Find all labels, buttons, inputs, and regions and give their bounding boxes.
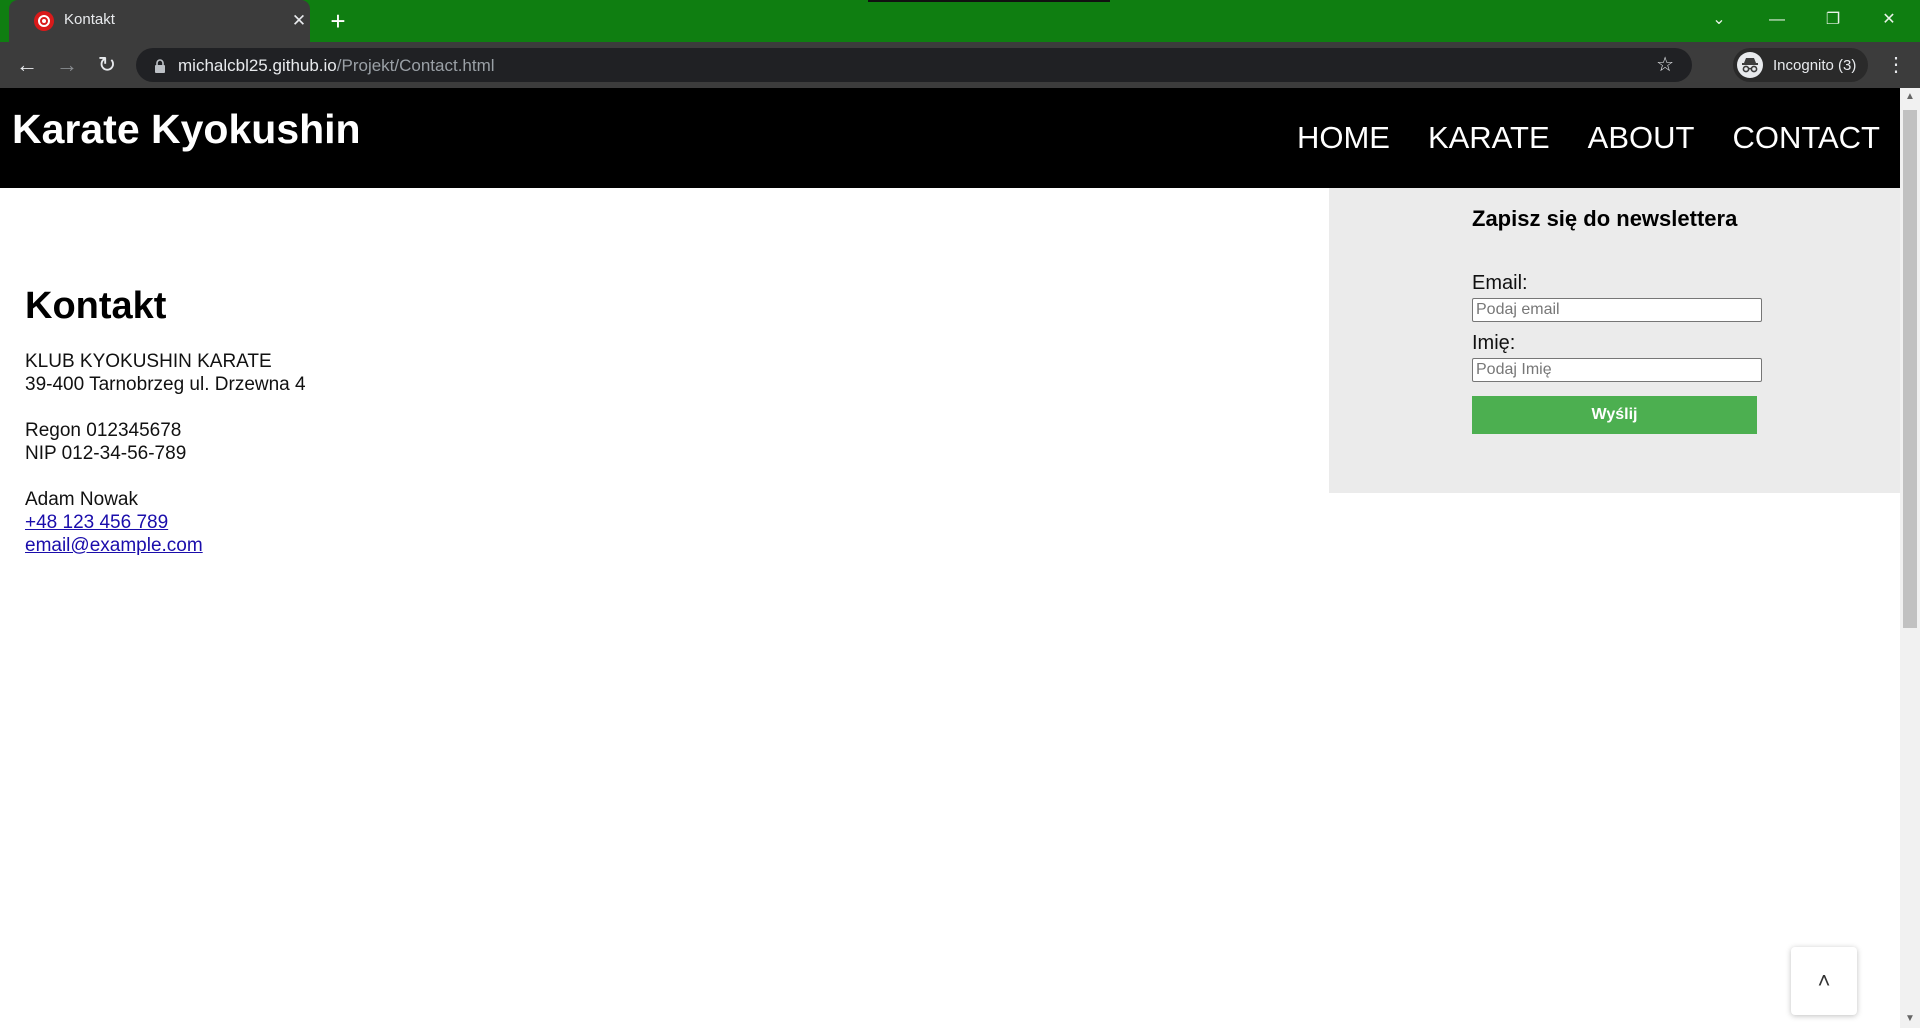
scroll-down-arrow-icon[interactable]: ▼ [1900,1010,1920,1028]
nip-number: NIP 012-34-56-789 [25,443,187,464]
browser-toolbar: ← → ↻ michalcbl25.github.io/Projekt/Cont… [0,42,1920,88]
registration-info: Regon 012345678 NIP 012-34-56-789 [25,419,306,465]
club-info: KLUB KYOKUSHIN KARATE 39-400 Tarnobrzeg … [25,350,306,396]
page-viewport: Karate Kyokushin HOME KARATE ABOUT CONTA… [0,88,1900,1028]
tab-title: Kontakt [64,11,115,28]
tab-search-icon[interactable]: ⌄ [1699,6,1739,34]
lock-icon [155,59,165,73]
url-host: michalcbl25.github.io [178,56,337,75]
site-nav: HOME KARATE ABOUT CONTACT [1297,120,1880,156]
browser-tab-bar: Kontakt ✕ + ⌄ — ❐ ✕ [0,0,1920,42]
newsletter-heading: Zapisz się do newslettera [1472,206,1738,231]
tab-close-icon[interactable]: ✕ [289,11,309,31]
window-close-icon[interactable]: ✕ [1869,6,1909,34]
scroll-to-top-button[interactable]: ˄ [1791,947,1857,1015]
address-bar[interactable]: michalcbl25.github.io/Projekt/Contact.ht… [136,48,1692,82]
url-path: /Projekt/Contact.html [336,56,495,75]
minimize-icon[interactable]: — [1757,6,1797,34]
contact-person: Adam Nowak [25,489,138,510]
site-header: Karate Kyokushin HOME KARATE ABOUT CONTA… [0,88,1900,188]
window-drag-strip [868,0,1110,2]
scroll-up-arrow-icon[interactable]: ▲ [1900,88,1920,106]
nav-link-home[interactable]: HOME [1297,120,1390,156]
newsletter-email-input[interactable] [1472,298,1762,322]
nav-link-contact[interactable]: CONTACT [1732,120,1880,156]
new-tab-icon[interactable]: + [325,8,351,34]
site-favicon-icon [34,11,54,31]
name-label: Imię: [1472,332,1516,354]
reload-icon[interactable]: ↻ [93,52,121,78]
restore-icon[interactable]: ❐ [1813,6,1853,34]
email-link[interactable]: email@example.com [25,535,203,556]
email-label: Email: [1472,272,1528,294]
club-name: KLUB KYOKUSHIN KARATE [25,351,272,372]
site-title: Karate Kyokushin [12,106,361,152]
scrollbar-thumb[interactable] [1903,110,1917,628]
incognito-icon [1737,52,1763,78]
browser-menu-icon[interactable]: ⋮ [1886,53,1906,77]
newsletter-name-input[interactable] [1472,358,1762,382]
nav-link-karate[interactable]: KARATE [1428,120,1550,156]
contact-person-info: Adam Nowak +48 123 456 789 email@example… [25,488,306,557]
phone-link[interactable]: +48 123 456 789 [25,512,168,533]
club-address: 39-400 Tarnobrzeg ul. Drzewna 4 [25,374,306,395]
page-scrollbar[interactable]: ▲ ▼ [1900,88,1920,1028]
contact-heading: Kontakt [25,285,167,327]
bookmark-star-icon[interactable]: ☆ [1656,54,1674,76]
url-text: michalcbl25.github.io/Projekt/Contact.ht… [178,56,495,76]
nav-link-about[interactable]: ABOUT [1588,120,1695,156]
newsletter-panel: Zapisz się do newslettera Email: Imię: W… [1329,188,1900,493]
browser-tab-active[interactable]: Kontakt ✕ [9,0,310,42]
incognito-label: Incognito (3) [1773,56,1857,74]
regon-number: Regon 012345678 [25,420,182,441]
contact-section: Kontakt KLUB KYOKUSHIN KARATE 39-400 Tar… [25,284,306,580]
forward-icon[interactable]: → [53,52,81,78]
back-icon[interactable]: ← [13,52,41,78]
incognito-button[interactable]: Incognito (3) [1733,48,1869,82]
newsletter-submit-button[interactable]: Wyślij [1472,396,1757,434]
